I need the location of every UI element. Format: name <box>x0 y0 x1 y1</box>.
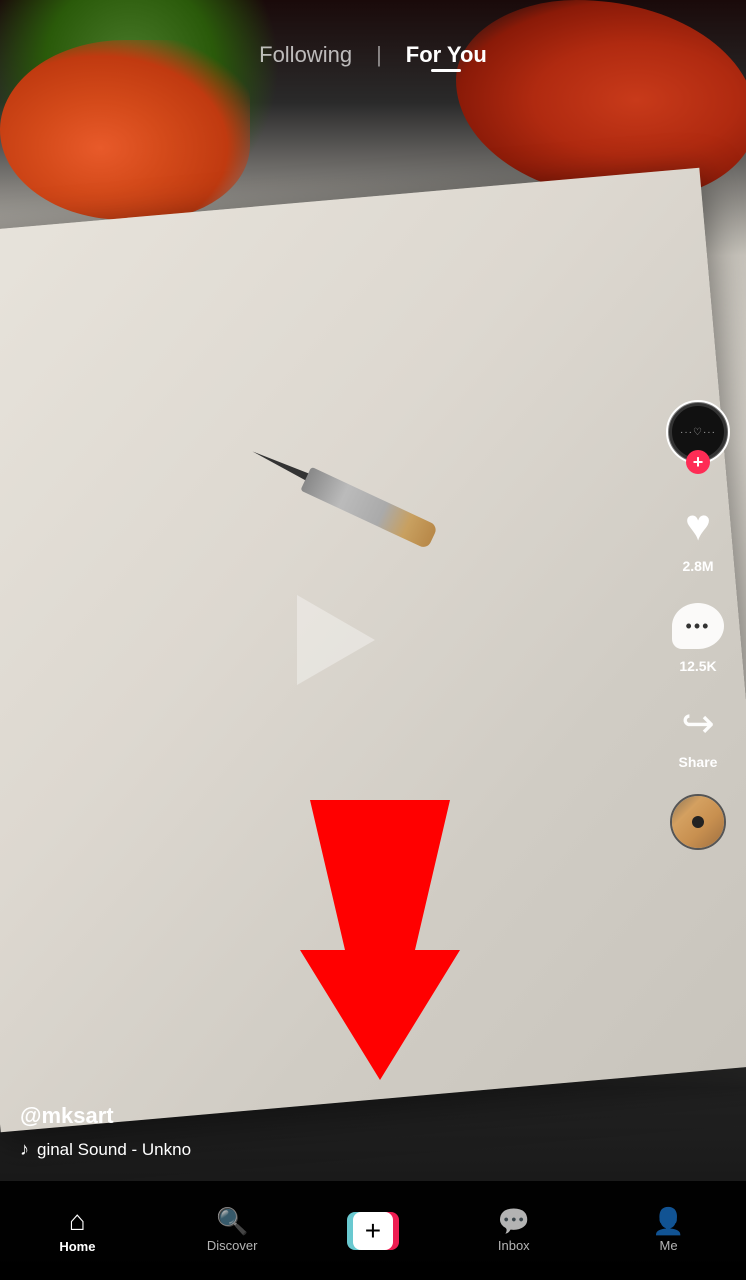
heart-icon: ♥ <box>670 498 726 554</box>
top-navigation: Following | For You <box>0 42 746 68</box>
comment-icon: ••• <box>670 598 726 654</box>
share-button[interactable]: ↪ Share <box>672 698 724 770</box>
follow-button[interactable] <box>686 450 710 474</box>
plus-btn-center: + <box>353 1212 393 1250</box>
music-disc-inner <box>672 796 724 848</box>
red-arrow-annotation <box>280 800 480 1100</box>
video-info: @mksart ♪ ginal Sound - Unkno <box>20 1103 656 1160</box>
profile-icon: 👤 <box>652 1208 684 1234</box>
nav-item-discover[interactable]: 🔍 Discover <box>192 1208 272 1253</box>
play-button[interactable] <box>297 595 375 685</box>
home-icon: ⌂ <box>69 1207 86 1235</box>
nav-item-inbox[interactable]: 💬 Inbox <box>474 1208 554 1253</box>
music-text: ginal Sound - Unkno <box>37 1140 191 1160</box>
play-triangle <box>297 595 375 685</box>
plus-button-shape: + <box>347 1212 399 1250</box>
arrow-shape <box>300 800 460 1080</box>
music-info[interactable]: ♪ ginal Sound - Unkno <box>20 1139 656 1160</box>
tab-for-you[interactable]: For You <box>406 42 487 68</box>
like-button[interactable]: ♥ 2.8M <box>670 498 726 574</box>
inbox-label: Inbox <box>498 1238 530 1253</box>
plus-sign-icon: + <box>365 1217 381 1245</box>
me-label: Me <box>660 1238 678 1253</box>
flower-left <box>0 0 280 220</box>
music-disc[interactable] <box>670 794 726 850</box>
right-sidebar: ♥ 2.8M ••• 12.5K ↪ Share <box>666 400 730 850</box>
share-icon: ↪ <box>672 698 724 750</box>
search-icon: 🔍 <box>216 1208 248 1234</box>
nav-item-home[interactable]: ⌂ Home <box>37 1207 117 1254</box>
bottom-navigation: ⌂ Home 🔍 Discover + 💬 Inbox 👤 Me <box>0 1180 746 1280</box>
share-label: Share <box>679 754 718 770</box>
nav-divider: | <box>376 42 382 68</box>
music-note-icon: ♪ <box>20 1139 29 1160</box>
username[interactable]: @mksart <box>20 1103 656 1129</box>
tab-following[interactable]: Following <box>259 42 352 68</box>
comment-button[interactable]: ••• 12.5K <box>670 598 726 674</box>
create-button[interactable]: + <box>347 1212 399 1250</box>
comment-count: 12.5K <box>679 658 716 674</box>
home-label: Home <box>59 1239 95 1254</box>
inbox-icon: 💬 <box>498 1208 530 1234</box>
nav-item-me[interactable]: 👤 Me <box>629 1208 709 1253</box>
discover-label: Discover <box>207 1238 258 1253</box>
avatar-container <box>666 400 730 474</box>
like-count: 2.8M <box>682 558 713 574</box>
